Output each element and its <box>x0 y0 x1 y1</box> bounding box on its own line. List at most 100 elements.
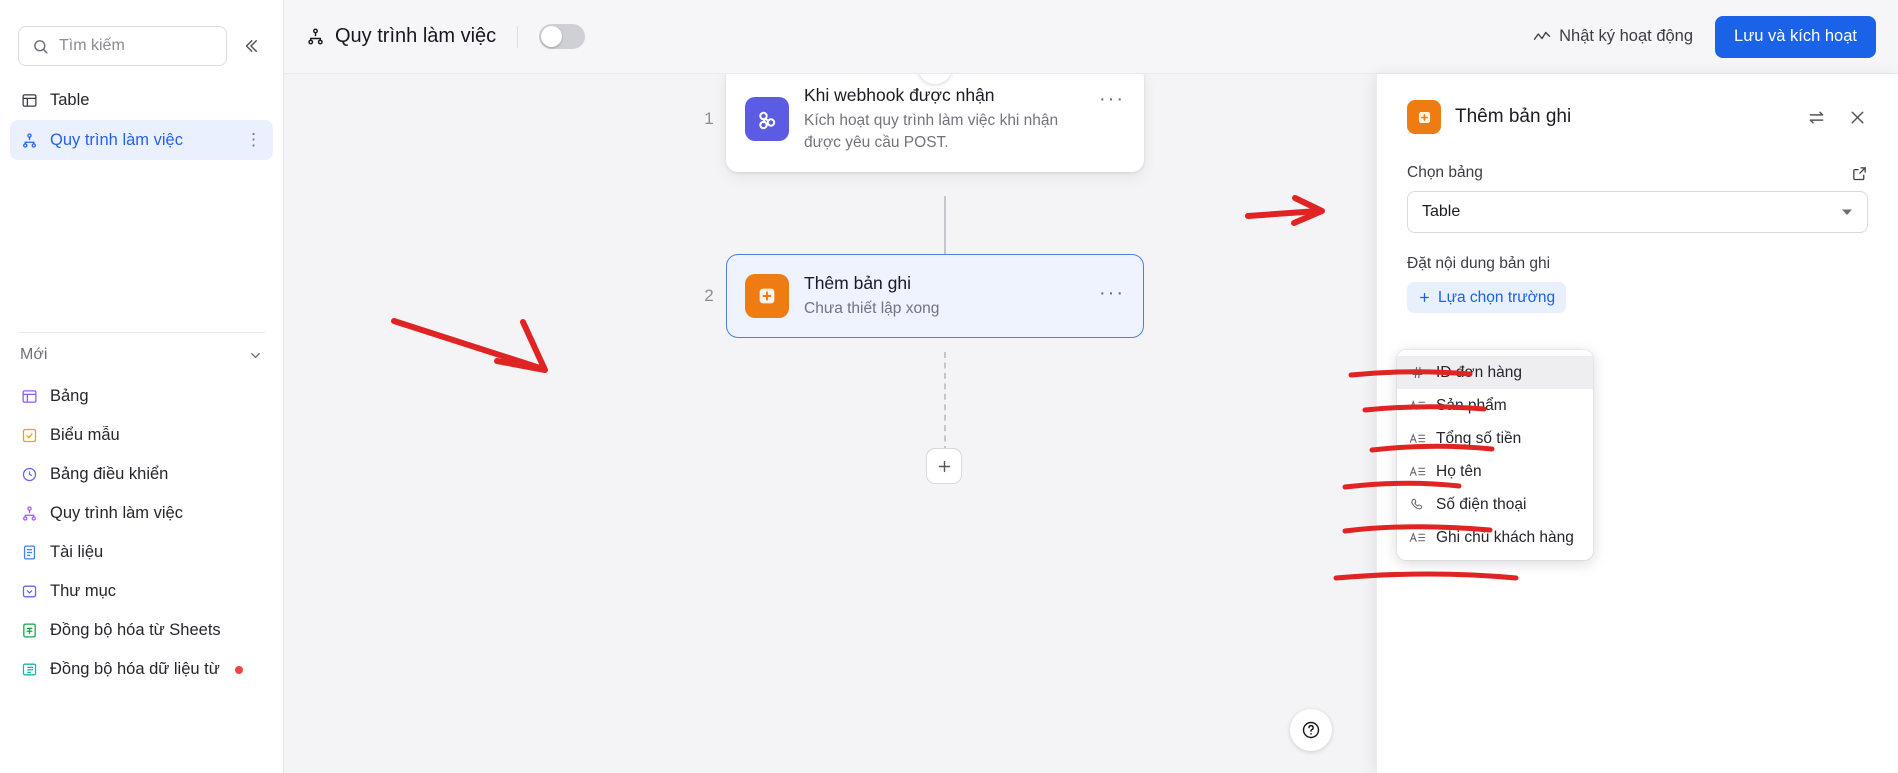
topbar-divider <box>517 25 519 48</box>
add-node-button[interactable] <box>926 448 962 484</box>
topbar-actions: Nhật ký hoạt động Lưu và kích hoạt <box>1532 15 1876 58</box>
sidebar-item-quy-trinh-lam-viec[interactable]: Quy trình làm việc <box>10 494 273 533</box>
table-select-label: Chọn bảng <box>1407 164 1483 181</box>
dropdown-item-label: Họ tên <box>1436 462 1482 480</box>
panel-title: Thêm bản ghi <box>1455 106 1572 127</box>
app-root: Tìm kiếm Table Quy trình làm việc ⋮ Mới … <box>0 0 1898 773</box>
form-check-icon <box>20 426 39 445</box>
chevron-down-icon <box>248 348 263 363</box>
dropdown-item-ho-ten[interactable]: Họ tên <box>1397 455 1593 488</box>
sidebar-item-workflow[interactable]: Quy trình làm việc ⋮ <box>10 120 273 160</box>
search-icon <box>31 37 50 56</box>
sidebar-top: Tìm kiếm <box>0 0 283 66</box>
sidebar-item-label: Table <box>50 90 90 109</box>
sidebar-item-tai-lieu[interactable]: Tài liệu <box>10 533 273 572</box>
sidebar-item-label: Quy trình làm việc <box>50 130 183 149</box>
node-menu-button[interactable]: ··· <box>1099 272 1125 305</box>
panel-header: Thêm bản ghi <box>1407 100 1868 134</box>
add-record-icon <box>1407 100 1441 134</box>
sidebar-nav-primary: Table Quy trình làm việc ⋮ <box>0 66 283 160</box>
search-input[interactable]: Tìm kiếm <box>18 26 227 66</box>
dropdown-item-san-pham[interactable]: Sản phẩm <box>1397 389 1593 422</box>
external-link-icon[interactable] <box>1851 165 1868 182</box>
activity-log-button[interactable]: Nhật ký hoạt động <box>1532 27 1693 46</box>
collapse-sidebar-button[interactable] <box>237 32 265 60</box>
sidebar-item-bieu-mau[interactable]: Biểu mẫu <box>10 416 273 455</box>
sidebar-item-more-button[interactable]: ⋮ <box>245 130 263 150</box>
dropdown-item-label: Ghi chú khách hàng <box>1436 528 1574 546</box>
webhook-icon <box>745 96 789 141</box>
text-field-icon <box>1409 464 1426 479</box>
main-area: Quy trình làm việc Nhật ký hoạt động Lưu… <box>284 0 1898 773</box>
sidebar-item-label: Bảng <box>50 387 89 405</box>
text-field-icon <box>1409 398 1426 413</box>
help-button[interactable] <box>1290 709 1332 751</box>
node-subtitle: Chưa thiết lập xong <box>804 299 940 317</box>
sidebar-item-dong-bo-hoa-du-lieu-tu[interactable]: Đồng bộ hóa dữ liệu từ <box>10 650 273 689</box>
hash-icon <box>1409 365 1426 380</box>
sync-data-icon <box>20 660 39 679</box>
sidebar: Tìm kiếm Table Quy trình làm việc ⋮ Mới … <box>0 0 284 773</box>
dropdown-item-tong-so-tien[interactable]: Tổng số tiền <box>1397 422 1593 455</box>
sidebar-item-label: Thư mục <box>50 582 117 600</box>
add-field-chip-label: Lựa chọn trường <box>1438 288 1556 306</box>
sidebar-item-table[interactable]: Table <box>10 80 273 120</box>
dropdown-item-so-dien-thoai[interactable]: Số điện thoại <box>1397 488 1593 521</box>
workflow-icon <box>20 504 39 523</box>
dashboard-clock-icon <box>20 465 39 484</box>
node-number: 2 <box>704 285 714 305</box>
page-title-text: Quy trình làm việc <box>335 25 497 47</box>
folder-check-icon <box>20 582 39 601</box>
node-number: 1 <box>704 108 714 128</box>
workflow-icon <box>20 131 39 150</box>
activity-log-label: Nhật ký hoạt động <box>1559 27 1694 45</box>
dropdown-item-label: Số điện thoại <box>1436 495 1527 513</box>
bolt-icon <box>918 74 952 84</box>
add-field-chip-button[interactable]: Lựa chọn trường <box>1407 282 1567 313</box>
sidebar-item-bang-dieu-khien[interactable]: Bảng điều khiển <box>10 455 273 494</box>
sidebar-item-dong-bo-hoa-tu-sheets[interactable]: Đồng bộ hóa từ Sheets <box>10 611 273 650</box>
dropdown-item-ghi-chu-khach-hang[interactable]: Ghi chú khách hàng <box>1397 521 1593 554</box>
plus-icon <box>1418 291 1431 304</box>
workflow-enable-toggle[interactable] <box>539 24 586 49</box>
page-title: Quy trình làm việc <box>306 25 496 48</box>
node-menu-button[interactable]: ··· <box>1099 84 1125 111</box>
dropdown-item-id-don-hang[interactable]: ID đơn hàng <box>1397 356 1593 389</box>
workflow-node-add-record[interactable]: Thêm bản ghi Chưa thiết lập xong ··· <box>726 254 1144 338</box>
node-subtitle: Kích hoạt quy trình làm việc khi nhận đư… <box>804 111 1059 151</box>
table-select-label-row: Chọn bảng <box>1407 164 1868 182</box>
toggle-knob <box>541 26 563 47</box>
node-title: Khi webhook được nhận <box>804 85 995 105</box>
edge-node2-addbutton <box>944 352 946 452</box>
dropdown-item-label: ID đơn hàng <box>1436 363 1522 381</box>
table-select-dropdown[interactable]: Table <box>1407 191 1868 233</box>
node-title: Thêm bản ghi <box>804 273 912 293</box>
workflow-icon <box>306 27 325 46</box>
sidebar-item-label: Đồng bộ hóa dữ liệu từ <box>50 660 220 678</box>
sidebar-item-bang[interactable]: Bảng <box>10 377 273 416</box>
table-select-value: Table <box>1422 203 1461 220</box>
text-field-icon <box>1409 530 1426 545</box>
dropdown-item-label: Tổng số tiền <box>1436 429 1522 447</box>
search-placeholder: Tìm kiếm <box>59 37 125 54</box>
workflow-node-webhook[interactable]: Khi webhook được nhận Kích hoạt quy trìn… <box>726 74 1144 172</box>
record-content-label: Đặt nội dung bản ghi <box>1407 255 1551 272</box>
swap-arrows-icon[interactable] <box>1806 107 1827 128</box>
workflow-node-row-2: 2 Thêm bản ghi Chưa thiết lập xong ··· <box>692 254 1144 338</box>
close-icon[interactable] <box>1847 107 1868 128</box>
table-select-block: Chọn bảng Table <box>1407 164 1868 233</box>
sidebar-item-thu-muc[interactable]: Thư mục <box>10 572 273 611</box>
text-field-icon <box>1409 431 1426 446</box>
record-content-block: Đặt nội dung bản ghi Lựa chọn trường <box>1407 255 1868 313</box>
document-icon <box>20 543 39 562</box>
node-config-panel: Thêm bản ghi Chọn bảng Table Đặt nội dun… <box>1376 74 1898 773</box>
sidebar-section-new[interactable]: Mới <box>0 333 283 377</box>
sidebar-item-label: Đồng bộ hóa từ Sheets <box>50 621 221 639</box>
phone-icon <box>1409 497 1426 512</box>
sidebar-item-label: Bảng điều khiển <box>50 465 169 483</box>
field-picker-dropdown[interactable]: ID đơn hàng Sản phẩm Tổng số tiền Họ tên… <box>1397 350 1593 560</box>
workflow-node-row-1: 1 Khi webhook được nhận Kích hoạt quy tr… <box>692 74 1144 172</box>
panel-actions <box>1806 107 1868 128</box>
save-and-activate-button[interactable]: Lưu và kích hoạt <box>1715 15 1876 58</box>
